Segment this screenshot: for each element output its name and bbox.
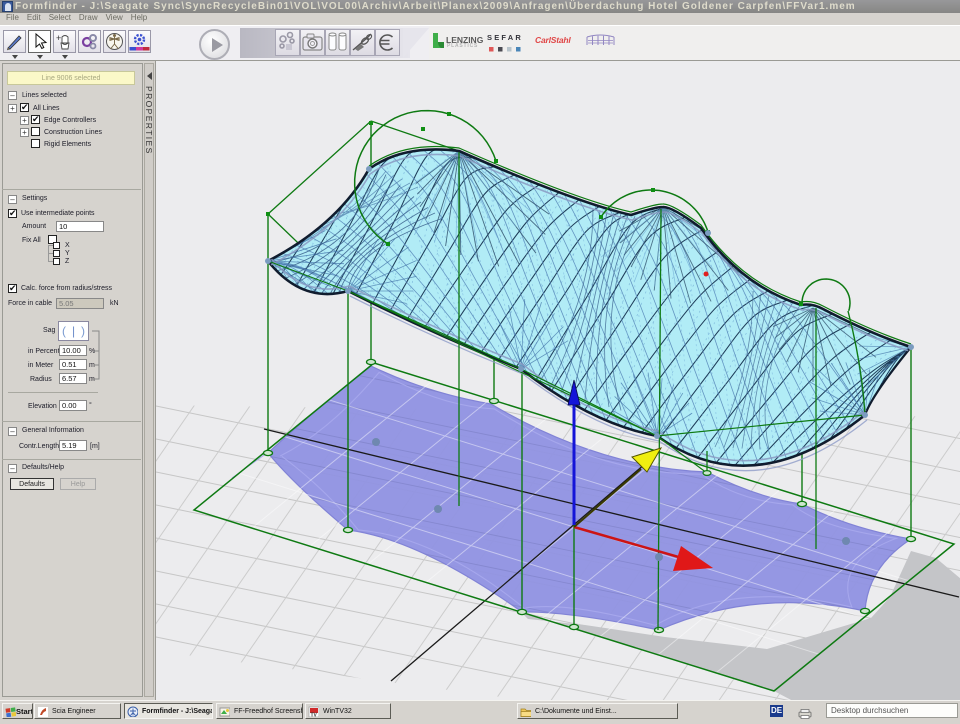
svg-text:TV: TV: [311, 713, 318, 718]
svg-text:+: +: [56, 33, 61, 43]
